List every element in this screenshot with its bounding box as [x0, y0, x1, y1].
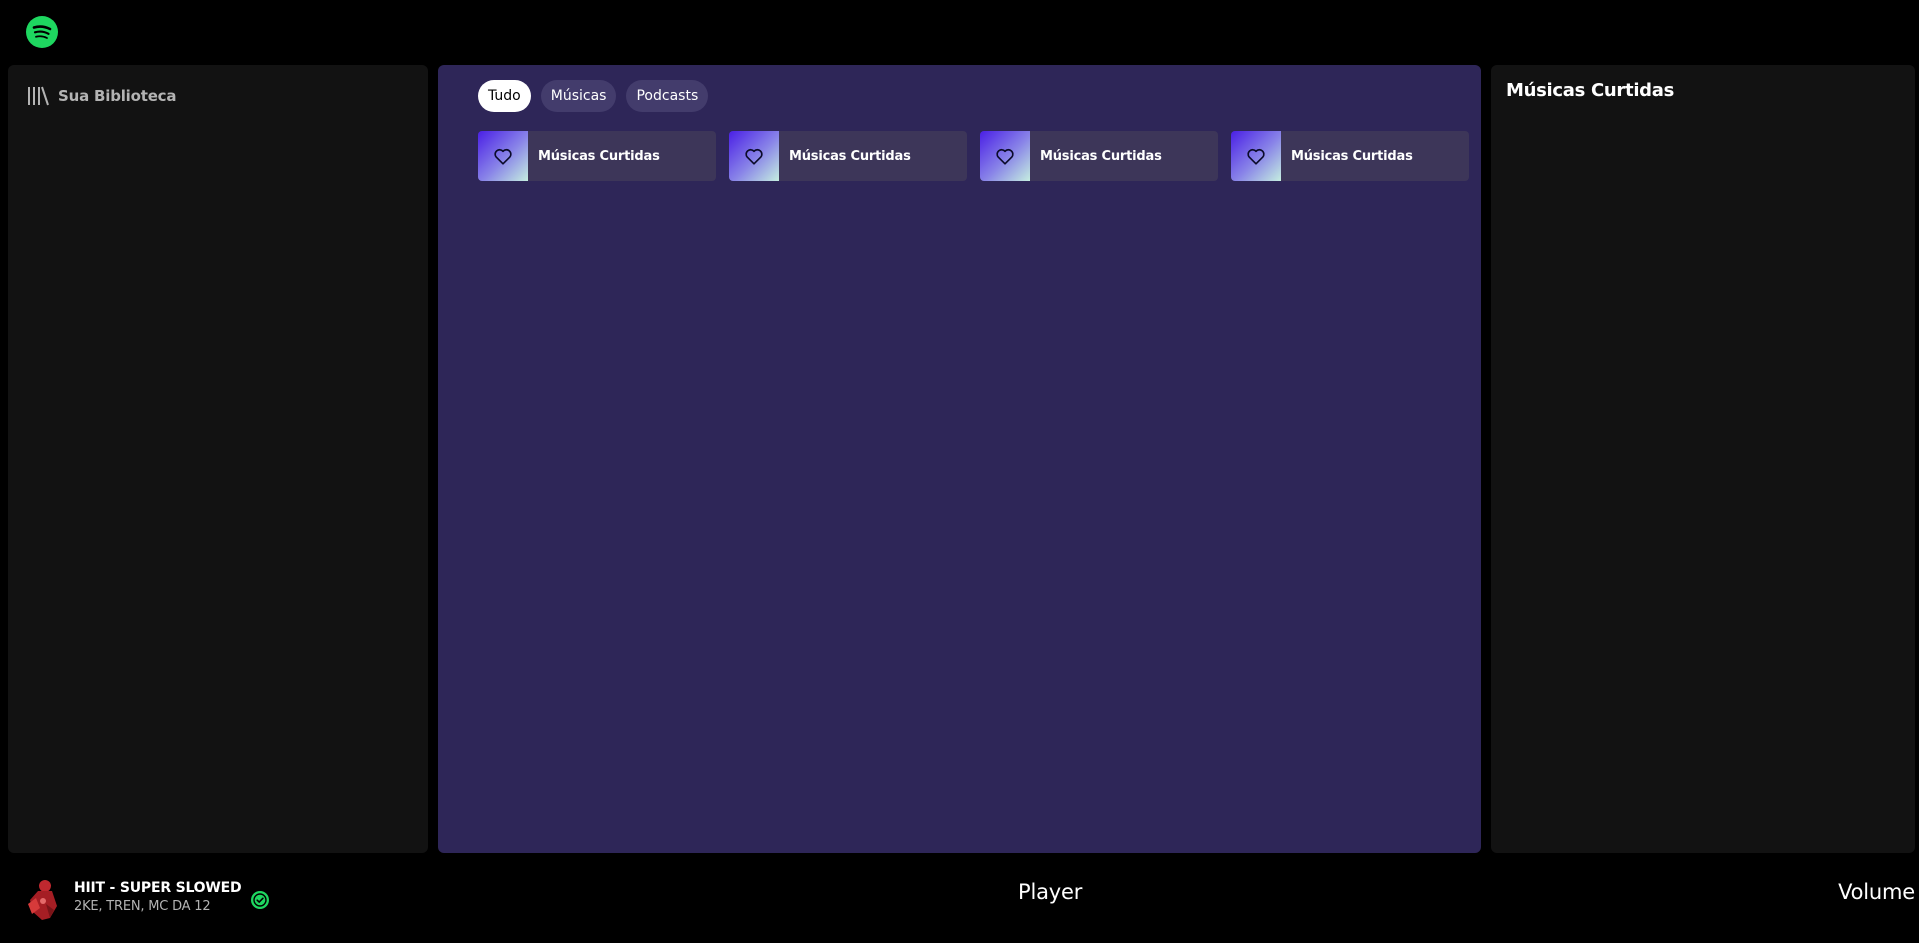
heart-icon — [996, 148, 1014, 165]
library-title: Sua Biblioteca — [58, 87, 177, 105]
library-header[interactable]: Sua Biblioteca — [26, 84, 176, 108]
player-controls[interactable]: Player — [1018, 880, 1082, 904]
card-thumbnail — [729, 131, 779, 181]
main-content: Tudo Músicas Podcasts Músicas Curtidas M… — [438, 65, 1481, 853]
shortcut-card[interactable]: Músicas Curtidas — [980, 131, 1218, 181]
filter-chips: Tudo Músicas Podcasts — [478, 80, 709, 112]
top-bar — [0, 0, 1919, 64]
card-thumbnail — [980, 131, 1030, 181]
card-title: Músicas Curtidas — [789, 148, 911, 164]
card-title: Músicas Curtidas — [1040, 148, 1162, 164]
shortcut-cards: Músicas Curtidas Músicas Curtidas Música… — [478, 131, 1469, 181]
shortcut-card[interactable]: Músicas Curtidas — [478, 131, 716, 181]
heart-icon — [494, 148, 512, 165]
check-circle-icon[interactable] — [250, 890, 270, 910]
library-icon — [28, 86, 49, 106]
filter-chip-podcasts[interactable]: Podcasts — [626, 80, 709, 112]
right-panel: Músicas Curtidas — [1491, 65, 1915, 853]
track-info: HIIT - SUPER SLOWED 2KE, TREN, MC DA 12 — [74, 879, 242, 917]
card-title: Músicas Curtidas — [1291, 148, 1413, 164]
app-window: Sua Biblioteca Tudo Músicas Podcasts Mús… — [0, 0, 1919, 943]
shortcut-card[interactable]: Músicas Curtidas — [1231, 131, 1469, 181]
card-thumbnail — [1231, 131, 1281, 181]
heart-icon — [1247, 148, 1265, 165]
card-title: Músicas Curtidas — [538, 148, 660, 164]
track-artists[interactable]: 2KE, TREN, MC DA 12 — [74, 897, 241, 917]
filter-chip-musicas[interactable]: Músicas — [540, 80, 617, 112]
heart-icon — [745, 148, 763, 165]
track-title[interactable]: HIIT - SUPER SLOWED — [74, 879, 242, 897]
right-panel-title: Músicas Curtidas — [1506, 80, 1675, 101]
volume-control[interactable]: Volume — [1838, 880, 1915, 904]
filter-chip-tudo[interactable]: Tudo — [478, 80, 531, 112]
card-thumbnail — [478, 131, 528, 181]
spotify-logo-icon[interactable] — [26, 16, 58, 48]
shortcut-card[interactable]: Músicas Curtidas — [729, 131, 967, 181]
now-playing: HIIT - SUPER SLOWED 2KE, TREN, MC DA 12 — [24, 874, 270, 922]
album-cover[interactable] — [24, 874, 62, 922]
player-bar: HIIT - SUPER SLOWED 2KE, TREN, MC DA 12 … — [0, 860, 1919, 943]
library-panel: Sua Biblioteca — [8, 65, 428, 853]
